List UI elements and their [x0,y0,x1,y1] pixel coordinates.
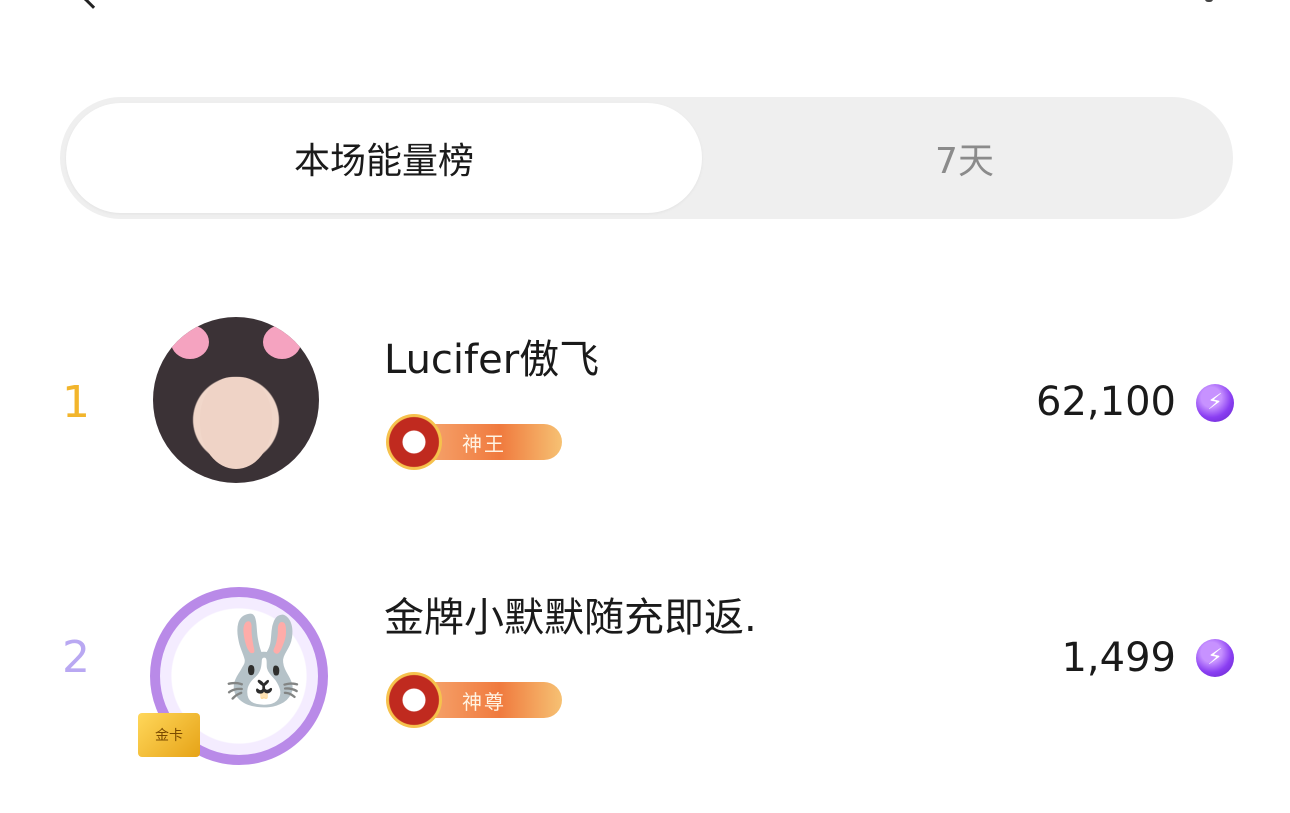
ranking-row[interactable]: 1 Lucifer傲飞 神王 62,100 ⚡ [0,290,1290,510]
shield-icon [386,672,442,728]
ranking-row[interactable]: 2 🐰 金卡 金牌小默默随充即返. 神尊 1,499 ⚡ [0,570,1290,790]
avatar[interactable]: 🐰 金卡 [138,583,336,769]
user-name[interactable]: Lucifer傲飞 [384,336,599,384]
avatar[interactable] [153,317,319,483]
ear-decoration-icon [171,325,209,359]
energy-bolt-icon: ⚡ [1196,384,1234,422]
face-image [200,377,272,469]
energy-ranking-page: 本场能量榜 7天 1 Lucifer傲飞 神王 62,100 ⚡ 2 🐰 金卡 … [0,0,1290,813]
rank-number: 1 [62,377,90,428]
user-name[interactable]: 金牌小默默随充即返. [384,594,757,642]
ranking-tabs: 本场能量榜 7天 [60,97,1233,219]
tab-7-days[interactable]: 7天 [702,103,1227,213]
rank-number: 2 [62,632,90,683]
energy-score: 1,499 [1061,635,1176,681]
more-icon[interactable] [1205,0,1213,2]
top-bar [0,0,1290,10]
tab-this-session[interactable]: 本场能量榜 [66,103,702,213]
level-badge: 神王 [386,412,568,470]
rabbit-icon: 🐰 [210,611,318,711]
gold-card-icon: 金卡 [138,713,200,757]
back-arrow-icon[interactable] [83,0,103,9]
level-badge: 神尊 [386,670,568,728]
energy-bolt-icon: ⚡ [1196,639,1234,677]
ear-decoration-icon [263,325,301,359]
energy-score: 62,100 [1036,379,1176,425]
shield-icon [386,414,442,470]
